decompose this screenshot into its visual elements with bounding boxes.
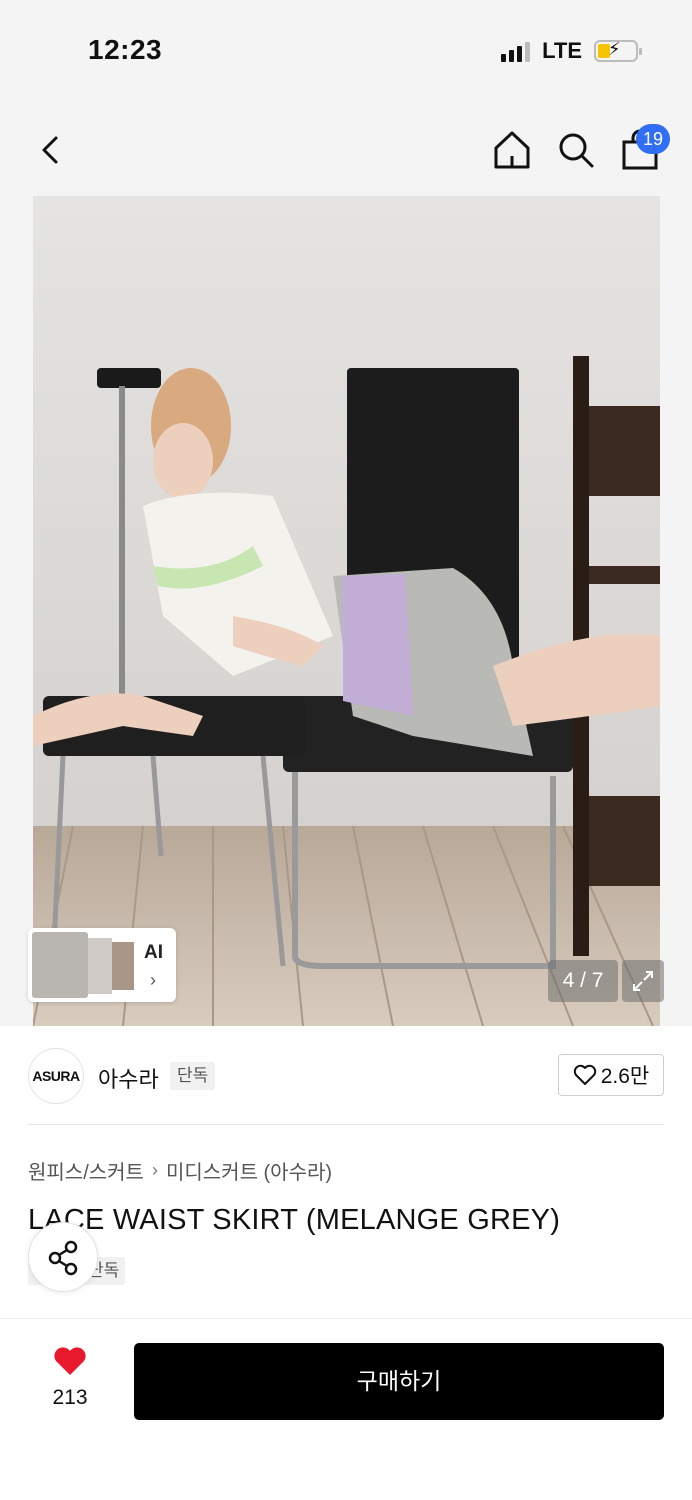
ai-thumbnail-strip[interactable]: AI › <box>28 928 176 1002</box>
product-title: LACE WAIST SKIRT (MELANGE GREY) <box>28 1204 561 1236</box>
brand-row: ASURA 아수라 단독 2.6만 <box>0 1026 692 1126</box>
exclusive-badge: 단독 <box>170 1062 216 1090</box>
breadcrumb: 원피스/스커트 › 미디스커트 (아수라) <box>28 1156 332 1185</box>
thumbnail-image <box>88 938 112 994</box>
ai-label: AI <box>144 942 163 963</box>
top-nav: 19 <box>0 100 692 196</box>
share-button[interactable] <box>28 1222 98 1292</box>
back-arrow-icon[interactable] <box>36 130 68 170</box>
search-icon[interactable] <box>556 130 596 170</box>
heart-filled-icon <box>54 1347 86 1375</box>
signal-icon <box>501 40 531 62</box>
status-indicators: LTE ⚡ <box>501 38 642 64</box>
image-counter: 4 / 7 <box>548 960 618 1002</box>
status-time: 12:23 <box>88 34 163 65</box>
network-label: LTE <box>542 38 582 63</box>
product-photo-illustration <box>33 196 660 1026</box>
divider <box>28 1124 664 1125</box>
cart-count-badge: 19 <box>636 124 670 154</box>
wishlist-count: 213 <box>52 1386 88 1409</box>
wishlist-button[interactable]: 213 <box>38 1345 102 1410</box>
expand-icon <box>633 971 653 991</box>
breadcrumb-subcategory[interactable]: 미디스커트 (아수라) <box>166 1156 332 1185</box>
brand-name[interactable]: 아수라 <box>98 1062 159 1094</box>
heart-outline-icon <box>573 1064 596 1085</box>
bottom-action-bar: 213 구매하기 <box>0 1318 692 1500</box>
status-bar: 12:23 LTE ⚡ <box>0 0 692 100</box>
brand-like-count: 2.6만 <box>600 1065 650 1088</box>
chevron-right-icon: › <box>151 1160 158 1180</box>
product-image[interactable] <box>33 196 660 1026</box>
thumbnail-image <box>32 932 88 998</box>
buy-button[interactable]: 구매하기 <box>134 1343 664 1420</box>
breadcrumb-category[interactable]: 원피스/스커트 <box>28 1156 144 1185</box>
battery-icon: ⚡ <box>594 39 642 62</box>
expand-button[interactable] <box>622 960 664 1002</box>
brand-logo[interactable]: ASURA <box>28 1048 84 1104</box>
home-icon[interactable] <box>492 128 532 172</box>
share-icon <box>48 1240 78 1276</box>
thumbnail-image <box>112 942 134 990</box>
chevron-right-icon: › <box>150 970 156 990</box>
brand-like-button[interactable]: 2.6만 <box>558 1054 664 1096</box>
